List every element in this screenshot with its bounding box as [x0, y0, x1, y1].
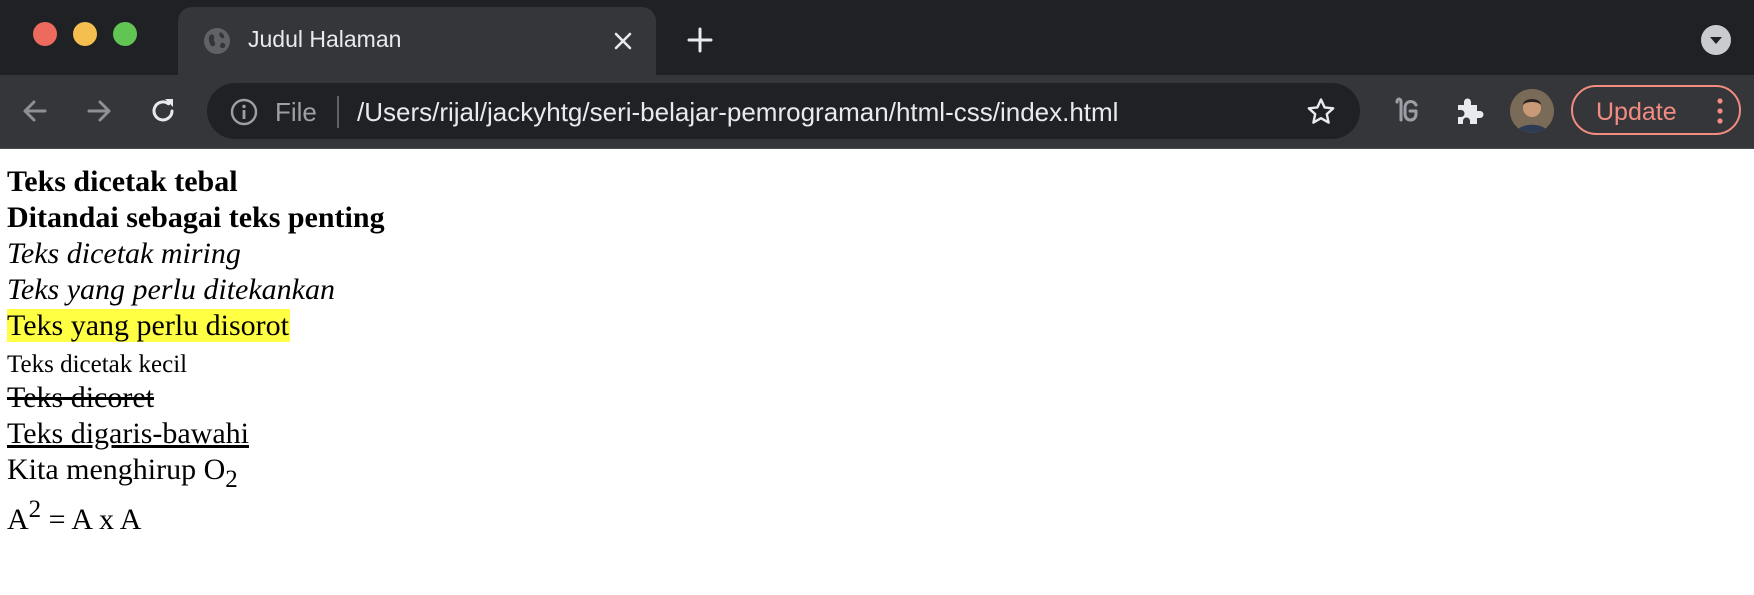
reload-icon[interactable]	[146, 94, 180, 128]
highlighted-line: Teks yang perlu disorot	[7, 308, 291, 344]
url-divider	[337, 96, 339, 128]
update-button[interactable]: Update	[1571, 85, 1741, 135]
tab-search-button[interactable]	[1701, 25, 1731, 55]
browser-toolbar: File /Users/rijal/jackyhtg/seri-belajar-…	[0, 75, 1754, 149]
bold-text: Teks dicetak tebal	[7, 165, 238, 198]
arrow-right-icon[interactable]	[82, 94, 116, 128]
chevron-down-icon	[1710, 37, 1722, 44]
star-icon[interactable]	[1305, 96, 1337, 128]
superscript-line: A2 = A x A	[7, 496, 142, 540]
page-content: Teks dicetak tebal Ditandai sebagai teks…	[0, 149, 1754, 595]
g-extension-icon[interactable]	[1388, 94, 1422, 128]
strong-text: Ditandai sebagai teks penting	[7, 201, 385, 234]
profile-photo	[1510, 89, 1554, 133]
emphasized-text: Teks yang perlu ditekankan	[7, 273, 335, 306]
subscript-line: Kita menghirup O2	[7, 452, 238, 493]
globe-icon	[204, 28, 230, 54]
window-close-button[interactable]	[33, 22, 57, 46]
info-icon[interactable]	[229, 97, 259, 127]
puzzle-icon[interactable]	[1452, 93, 1488, 129]
arrow-left-icon[interactable]	[18, 94, 52, 128]
update-label: Update	[1596, 98, 1677, 126]
highlighted-text: Teks yang perlu disorot	[7, 309, 291, 342]
subscript-value: 2	[225, 466, 238, 493]
italic-text: Teks dicetak miring	[7, 237, 241, 270]
small-text: Teks dicetak kecil	[7, 351, 188, 378]
avatar[interactable]	[1510, 89, 1554, 133]
address-bar[interactable]: File /Users/rijal/jackyhtg/seri-belajar-…	[207, 83, 1360, 139]
close-icon[interactable]	[610, 28, 636, 54]
subscript-prefix: Kita menghirup O	[7, 453, 226, 486]
window-minimize-button[interactable]	[73, 22, 97, 46]
tab-strip: Judul Halaman	[0, 0, 1754, 75]
tab-active[interactable]: Judul Halaman	[178, 7, 656, 75]
tab-title: Judul Halaman	[248, 26, 402, 52]
browser-window: Judul Halaman File /Users/rijal/jackyhtg…	[0, 0, 1754, 595]
superscript-value: 2	[28, 496, 42, 523]
plus-icon[interactable]	[685, 25, 715, 55]
strikethrough-text: Teks dicoret	[7, 381, 155, 414]
superscript-base: A	[7, 503, 29, 536]
url-text[interactable]: /Users/rijal/jackyhtg/seri-belajar-pemro…	[357, 97, 1118, 128]
window-zoom-button[interactable]	[113, 22, 137, 46]
kebab-menu-icon[interactable]	[1710, 97, 1730, 125]
url-scheme-label: File	[275, 97, 317, 127]
superscript-suffix: = A x A	[41, 503, 142, 536]
underlined-text: Teks digaris-bawahi	[7, 417, 249, 450]
